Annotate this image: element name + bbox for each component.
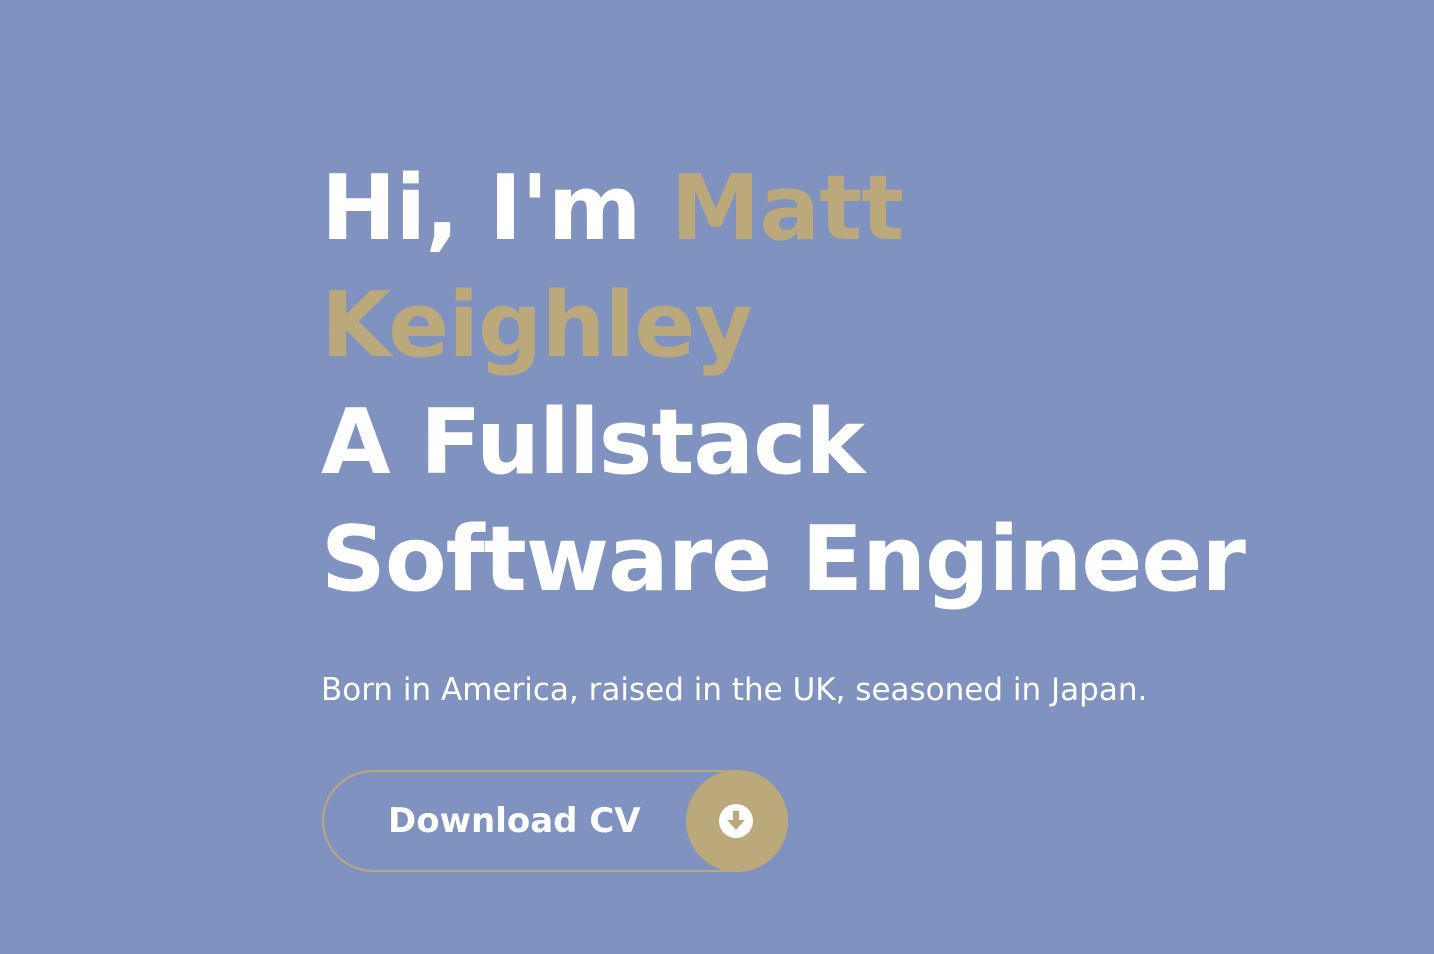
greeting-line: Hi, I'm Matt — [321, 150, 1321, 267]
download-arrow-circle-icon — [719, 804, 753, 838]
hero-headline: Hi, I'm Matt Keighley A Fullstack Softwa… — [321, 150, 1321, 618]
hero-tagline: Born in America, raised in the UK, seaso… — [321, 672, 1148, 708]
download-cv-button[interactable]: Download CV — [322, 770, 788, 872]
hero-section: Hi, I'm Matt Keighley A Fullstack Softwa… — [321, 150, 1321, 872]
role-line-1: A Fullstack — [321, 390, 865, 495]
last-name: Keighley — [321, 273, 753, 378]
greeting-text: Hi, I'm — [321, 156, 671, 261]
download-icon-circle — [686, 770, 788, 872]
role-line-2: Software Engineer — [321, 507, 1246, 612]
first-name: Matt — [670, 156, 904, 261]
download-cv-label: Download CV — [388, 801, 641, 841]
